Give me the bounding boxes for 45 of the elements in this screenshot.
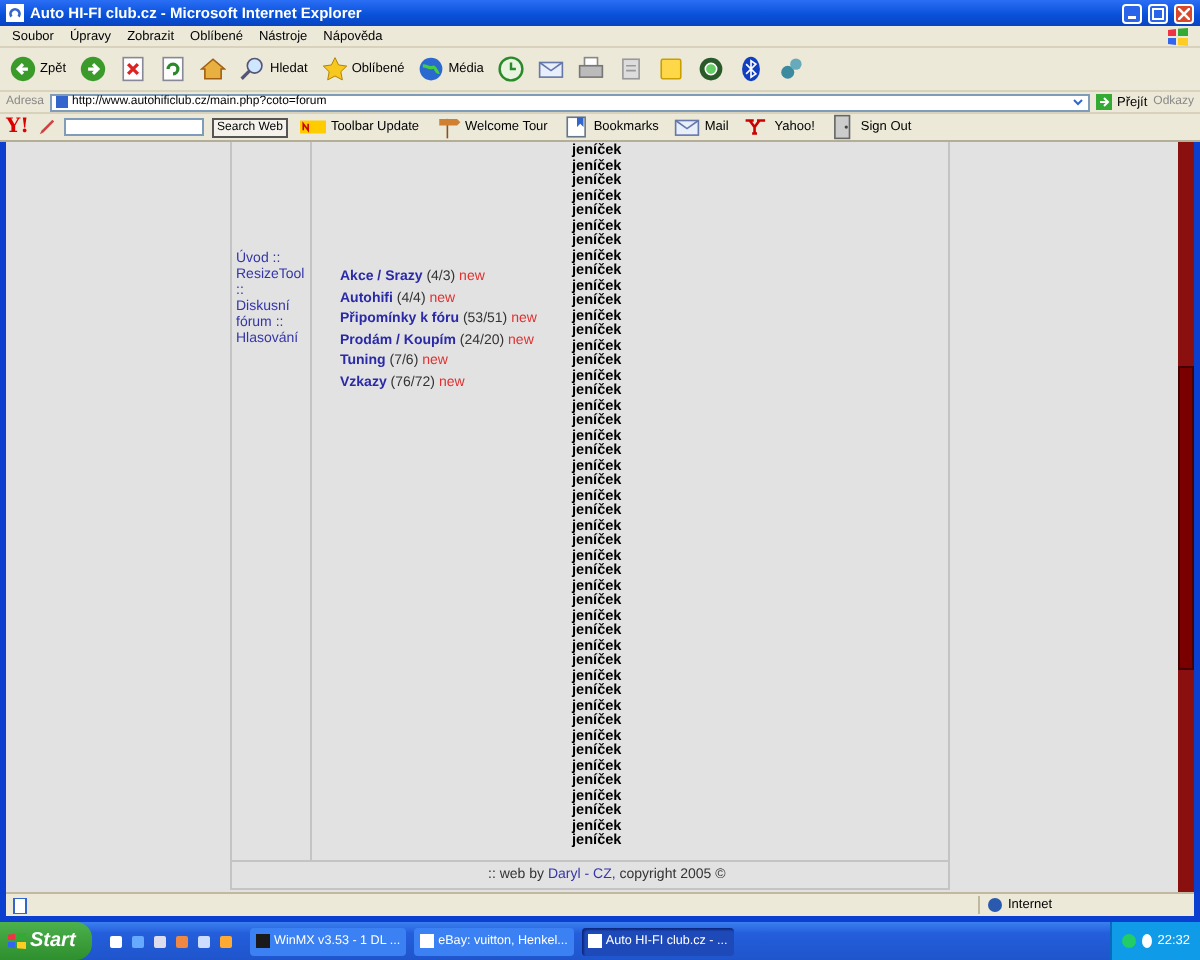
toolbar-button[interactable]: [495, 56, 526, 82]
scrollbar-thumb[interactable]: [1178, 365, 1194, 669]
bookmark-icon: [563, 114, 590, 140]
window-icon: [587, 934, 602, 948]
toolbar-button[interactable]: [535, 56, 566, 82]
windows-flag-icon: [8, 932, 26, 950]
globe-icon: [418, 56, 445, 82]
clock-icon: [497, 56, 524, 82]
yahoo-logo[interactable]: Y!: [6, 116, 30, 138]
search-field[interactable]: [63, 118, 204, 136]
signpost-icon: [435, 114, 462, 140]
envelope-icon: [674, 114, 701, 140]
search-icon: [240, 56, 267, 82]
document-icon: [617, 56, 644, 82]
globe-icon: [988, 898, 1002, 912]
page-icon: [12, 897, 28, 913]
close-icon: [1178, 7, 1190, 19]
envelope-icon: [537, 56, 564, 82]
toolbar-button[interactable]: [198, 56, 229, 82]
minimize-button[interactable]: [1122, 3, 1142, 23]
scrollbar[interactable]: [1178, 142, 1194, 892]
printer-icon: [577, 56, 604, 82]
forward-arrow-icon: [80, 56, 107, 82]
sticky-note-icon: [657, 56, 684, 82]
pencil-icon[interactable]: [37, 118, 56, 136]
window-icon: [420, 934, 435, 948]
bluetooth-icon[interactable]: [1141, 934, 1152, 948]
arrow-icon: [1096, 94, 1113, 110]
back-arrow-icon: [10, 56, 36, 82]
star-icon: [321, 56, 348, 82]
windows-flag-icon: [1168, 27, 1188, 45]
maximize-icon: [1152, 7, 1164, 19]
bluetooth-icon: [737, 56, 764, 82]
window-icon: [256, 934, 270, 948]
yahoo-logo-icon: [744, 114, 771, 140]
toolbar-button[interactable]: [118, 56, 149, 82]
stop-icon: [120, 56, 147, 82]
toolbar-button[interactable]: [158, 56, 189, 82]
toolbar-button[interactable]: [78, 56, 109, 82]
toolbar-button[interactable]: [575, 56, 606, 82]
maximize-button[interactable]: [1148, 3, 1168, 23]
refresh-icon: [160, 56, 187, 82]
close-button[interactable]: [1174, 3, 1194, 23]
page-icon: [56, 96, 69, 108]
house-icon: [200, 56, 227, 82]
